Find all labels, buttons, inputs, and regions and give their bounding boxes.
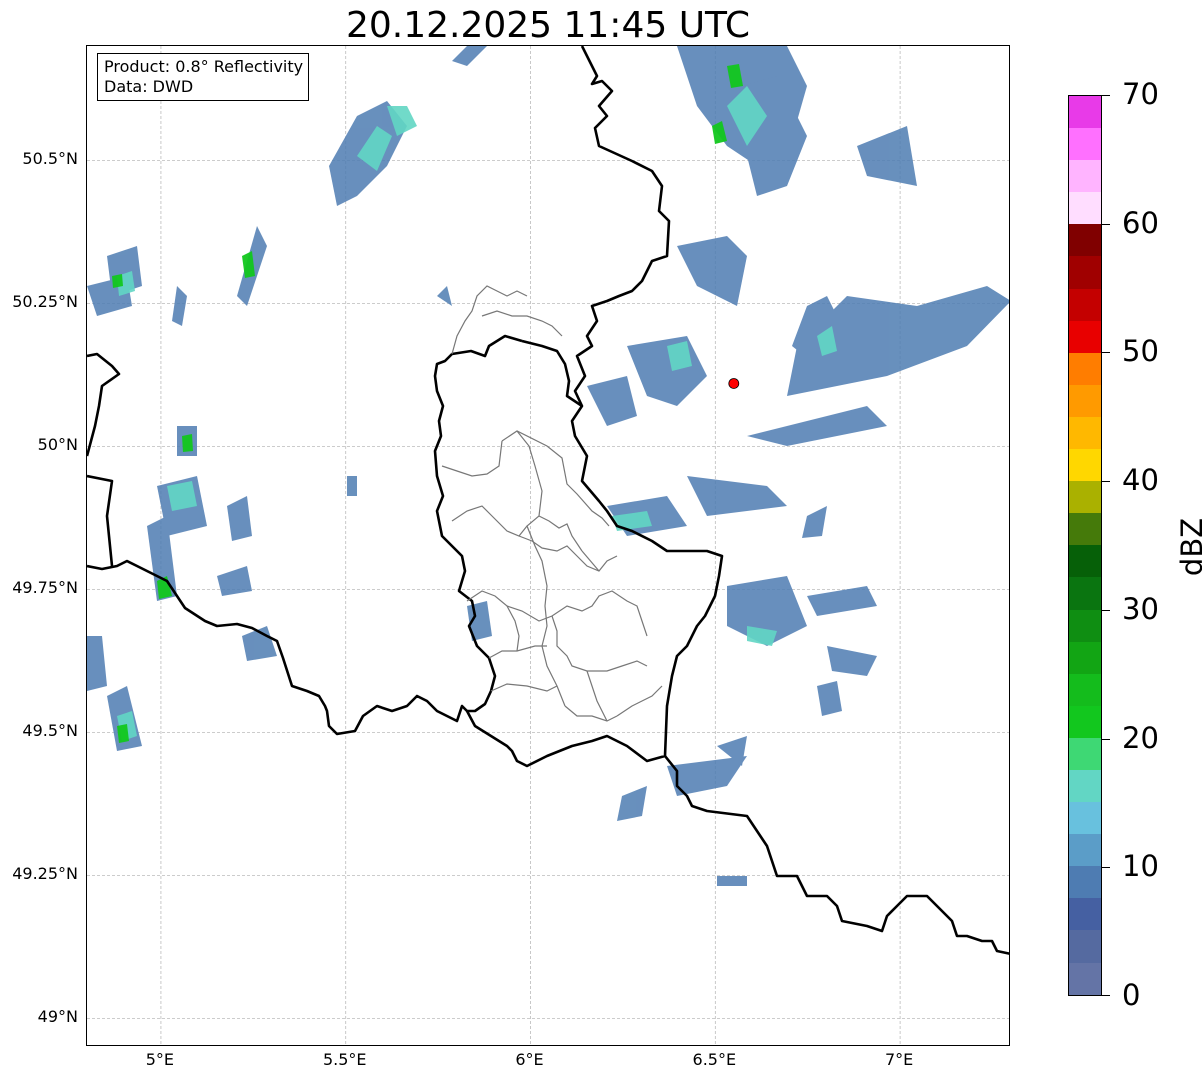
colorbar-tick [1102,95,1110,96]
colorbar-segment [1069,834,1101,867]
colorbar-segment [1069,930,1101,963]
colorbar-tick-label: 40 [1122,463,1159,498]
colorbar-segment [1069,705,1101,738]
product-info-box: Product: 0.8° Reflectivity Data: DWD [97,53,310,101]
lon-label: 6.5°E [692,1050,737,1069]
country-borders [87,46,1009,955]
colorbar-segment [1069,320,1101,353]
colorbar-tick [1102,867,1110,869]
colorbar-segment [1069,96,1101,129]
map-title: 20.12.2025 11:45 UTC [345,5,751,46]
colorbar-segment [1069,513,1101,546]
colorbar-segment [1069,128,1101,161]
colorbar-segment [1069,352,1101,385]
colorbar-segment [1069,384,1101,417]
lat-label: 49°N [37,1007,78,1027]
colorbar-segment [1069,866,1101,899]
colorbar-tick-label: 70 [1122,77,1159,111]
lat-label: 49.5°N [22,721,78,741]
lon-label: 5°E [145,1050,175,1069]
colorbar-segment [1069,160,1101,193]
lat-label: 50.5°N [22,149,78,169]
radar-site-marker [728,378,740,389]
colorbar-segment [1069,545,1101,578]
colorbar-segment [1069,769,1101,803]
colorbar-tick [1102,995,1110,996]
colorbar-segment [1069,641,1101,674]
lon-label: 6°E [515,1050,544,1069]
lat-label: 50.25°N [12,292,78,312]
colorbar-segment [1069,609,1101,642]
precipitation-echoes [87,46,1009,886]
colorbar-tick [1102,738,1110,740]
lat-label: 49.75°N [12,578,78,598]
colorbar-segment [1069,192,1101,225]
colorbar-label: dBZ [1175,517,1202,577]
colorbar-segment [1069,416,1101,450]
map-canvas [87,46,1009,1045]
colorbar-tick-label: 50 [1122,334,1159,369]
lon-label: 7°E [884,1050,914,1069]
lat-label: 49.25°N [12,864,78,884]
radar-site-dot [728,378,740,389]
colorbar-segment [1069,962,1101,995]
lon-label: 5.5°E [322,1050,367,1069]
colorbar-segment [1069,449,1101,482]
colorbar [1068,95,1102,996]
colorbar-tick [1102,352,1110,354]
radar-map[interactable] [86,45,1010,1046]
colorbar-segment [1069,802,1101,835]
colorbar-segment [1069,288,1101,321]
colorbar-tick [1102,223,1110,225]
colorbar-tick-label: 20 [1122,720,1159,755]
colorbar-segment [1069,737,1101,770]
graticule [87,46,1009,1045]
lat-label: 50°N [37,435,78,455]
colorbar-segment [1069,481,1101,514]
colorbar-tick-label: 10 [1122,849,1159,884]
data-source-label: Data: DWD [104,77,194,96]
colorbar-tick-label: 0 [1122,978,1141,1012]
product-label: Product: 0.8° Reflectivity [104,57,304,76]
colorbar-segment [1069,224,1101,257]
colorbar-tick [1102,481,1110,483]
colorbar-tick-label: 60 [1122,205,1159,240]
colorbar-segment [1069,898,1101,931]
colorbar-tick-label: 30 [1122,591,1159,626]
colorbar-segment [1069,577,1101,610]
colorbar-segment [1069,673,1101,706]
colorbar-segment [1069,256,1101,289]
colorbar-tick [1102,609,1110,611]
